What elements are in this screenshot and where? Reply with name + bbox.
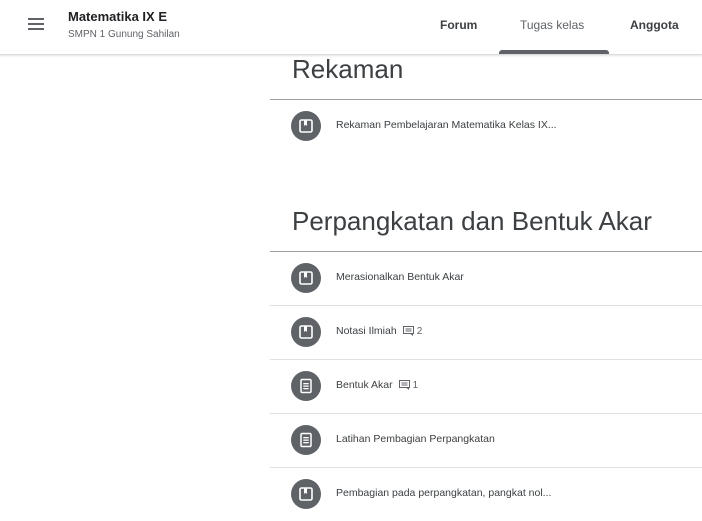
hamburger-menu-icon[interactable] xyxy=(28,18,58,42)
list-item[interactable]: Notasi Ilmiah 2 xyxy=(270,306,702,360)
list-item[interactable]: Pembagian pada perpangkatan, pangkat nol… xyxy=(270,468,702,521)
list-item[interactable]: Rekaman Pembelajaran Matematika Kelas IX… xyxy=(270,100,702,153)
item-title: Merasionalkan Bentuk Akar xyxy=(336,271,464,283)
item-title: Bentuk Akar xyxy=(336,379,393,391)
tab-anggota[interactable]: Anggota xyxy=(630,18,679,32)
assignment-icon xyxy=(291,425,321,455)
topic-title-perpangkatan: Perpangkatan dan Bentuk Akar xyxy=(292,206,652,236)
comment-count-value: 1 xyxy=(412,380,419,391)
comment-count-value: 2 xyxy=(416,326,423,337)
comment-icon xyxy=(402,326,414,336)
active-tab-indicator xyxy=(499,50,609,54)
tab-tugas-kelas[interactable]: Tugas kelas xyxy=(520,18,584,32)
material-icon xyxy=(291,479,321,509)
material-icon xyxy=(291,263,321,293)
top-app-bar: Matematika IX E SMPN 1 Gunung Sahilan Fo… xyxy=(0,0,702,55)
class-subtitle: SMPN 1 Gunung Sahilan xyxy=(68,29,180,40)
material-icon xyxy=(291,111,321,141)
item-title: Notasi Ilmiah xyxy=(336,325,397,337)
item-title-row: Bentuk Akar 1 xyxy=(336,379,418,391)
comment-count: 1 xyxy=(398,380,419,391)
list-item[interactable]: Merasionalkan Bentuk Akar xyxy=(270,252,702,306)
class-title[interactable]: Matematika IX E xyxy=(68,9,167,24)
item-title: Pembagian pada perpangkatan, pangkat nol… xyxy=(336,487,552,499)
item-title: Latihan Pembagian Perpangkatan xyxy=(336,433,495,445)
comment-count: 2 xyxy=(402,326,423,337)
list-item[interactable]: Bentuk Akar 1 xyxy=(270,360,702,414)
item-title-row: Notasi Ilmiah 2 xyxy=(336,325,422,337)
material-icon xyxy=(291,317,321,347)
list-item[interactable]: Latihan Pembagian Perpangkatan xyxy=(270,414,702,468)
tab-forum[interactable]: Forum xyxy=(440,18,477,32)
assignment-icon xyxy=(291,371,321,401)
item-title: Rekaman Pembelajaran Matematika Kelas IX… xyxy=(336,119,557,131)
topic-title-rekaman: Rekaman xyxy=(292,54,404,84)
comment-icon xyxy=(398,380,410,390)
